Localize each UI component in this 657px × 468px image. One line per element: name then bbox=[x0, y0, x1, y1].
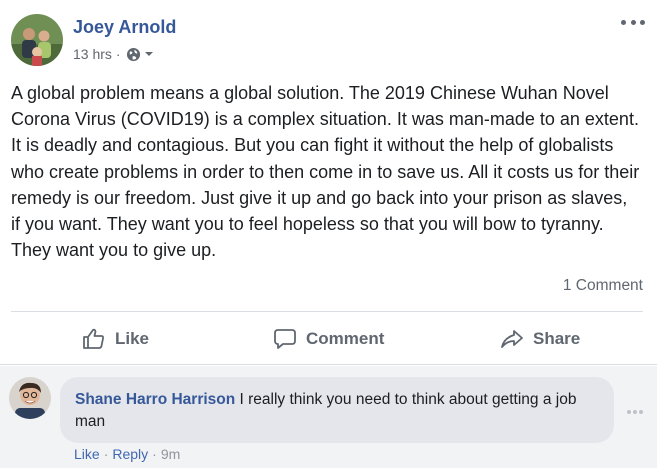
divider bbox=[0, 364, 657, 365]
author-avatar[interactable] bbox=[11, 14, 63, 66]
commenter-name[interactable]: Shane Harro Harrison bbox=[75, 391, 235, 408]
comment-actions-separator: · bbox=[152, 446, 157, 462]
commenter-avatar[interactable] bbox=[9, 377, 51, 419]
share-button[interactable]: Share bbox=[500, 324, 580, 354]
thumbs-up-icon bbox=[83, 328, 104, 349]
post-timestamp[interactable]: 13 hrs bbox=[73, 46, 112, 62]
speech-bubble-icon bbox=[274, 329, 296, 349]
author-name[interactable]: Joey Arnold bbox=[73, 17, 176, 38]
comment-timestamp[interactable]: 9m bbox=[161, 446, 180, 462]
like-label: Like bbox=[115, 329, 150, 348]
comment-reply-link[interactable]: Reply bbox=[112, 446, 148, 462]
post-text: A global problem means a global solution… bbox=[11, 83, 640, 261]
comment-button[interactable]: Comment bbox=[273, 324, 384, 354]
divider bbox=[11, 311, 643, 312]
comment-label: Comment bbox=[306, 329, 385, 348]
comment-bubble: Shane Harro Harrison I really think you … bbox=[60, 377, 614, 443]
share-arrow-icon bbox=[501, 330, 523, 348]
meta-separator: · bbox=[115, 46, 121, 62]
comment-like-link[interactable]: Like bbox=[74, 446, 100, 462]
comment-actions: Like · Reply · 9m bbox=[74, 446, 180, 462]
share-label: Share bbox=[533, 329, 581, 348]
chevron-down-icon[interactable] bbox=[144, 49, 154, 59]
more-options-icon[interactable] bbox=[621, 14, 645, 30]
facebook-post: Joey Arnold 13 hrs · A global problem me… bbox=[0, 0, 657, 468]
globe-icon[interactable] bbox=[126, 47, 141, 62]
comment-more-icon[interactable] bbox=[627, 409, 643, 415]
comment-count-link[interactable]: 1 Comment bbox=[563, 277, 643, 295]
post-meta: 13 hrs · bbox=[73, 45, 154, 63]
comment-actions-separator: · bbox=[103, 446, 109, 462]
like-button[interactable]: Like bbox=[82, 324, 149, 354]
